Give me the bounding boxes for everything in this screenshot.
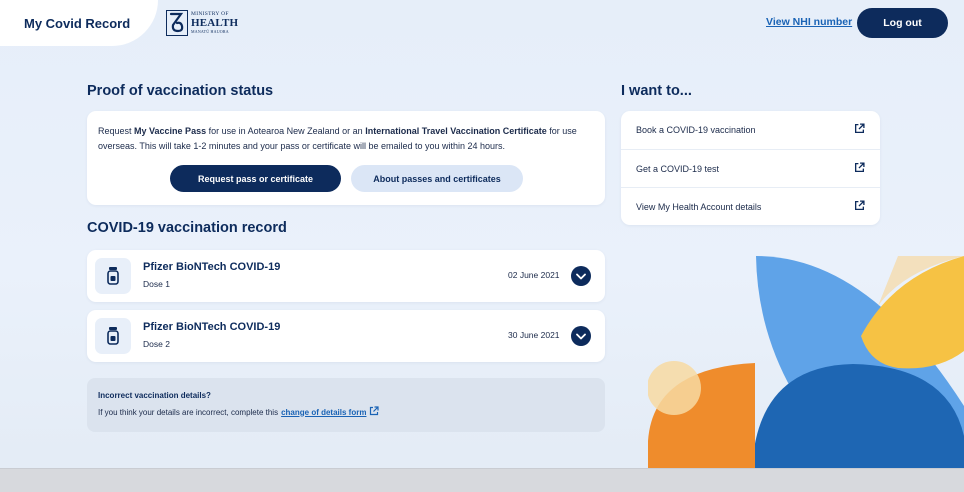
app-brand-tab[interactable]: My Covid Record	[0, 0, 158, 46]
get-test-link[interactable]: Get a COVID-19 test	[621, 149, 880, 187]
bottom-bar	[0, 468, 964, 492]
dose-date: 02 June 2021	[508, 270, 560, 280]
incorrect-details-notice: Incorrect vaccination details? If you th…	[87, 378, 605, 432]
vial-icon	[95, 318, 131, 354]
incorrect-details-title: Incorrect vaccination details?	[98, 391, 211, 400]
app-title: My Covid Record	[24, 15, 131, 31]
view-nhi-number-link[interactable]: View NHI number	[766, 16, 852, 28]
i-want-to-card: Book a COVID-19 vaccination Get a COVID-…	[621, 111, 880, 225]
dose-number: Dose 2	[143, 339, 170, 349]
external-link-icon	[854, 123, 865, 136]
proof-description: Request My Vaccine Pass for use in Aotea…	[98, 126, 577, 151]
dose-date: 30 June 2021	[508, 330, 560, 340]
vaccine-name: Pfizer BioNTech COVID-19	[143, 261, 281, 273]
change-of-details-link[interactable]: change of details form	[281, 408, 366, 417]
my-vaccine-pass-term: My Vaccine Pass	[134, 126, 207, 136]
logo-line-health: HEALTH	[191, 16, 239, 29]
vaccination-row[interactable]: Pfizer BioNTech COVID-19 Dose 2 30 June …	[87, 310, 605, 362]
decorative-shapes	[648, 256, 964, 468]
vaccine-name: Pfizer BioNTech COVID-19	[143, 321, 281, 333]
i-want-to-heading: I want to...	[621, 83, 692, 99]
logo-line-maori: MANATŪ HAUORA	[191, 28, 229, 34]
health-account-link[interactable]: View My Health Account details	[621, 187, 880, 225]
external-link-icon	[854, 200, 865, 213]
dose-number: Dose 1	[143, 279, 170, 289]
ministry-of-health-logo: MINISTRY OF HEALTH MANATŪ HAUORA	[166, 7, 240, 39]
vial-icon	[95, 258, 131, 294]
koru-logo-icon	[166, 10, 188, 36]
log-out-button[interactable]: Log out	[857, 8, 948, 38]
vaccination-row[interactable]: Pfizer BioNTech COVID-19 Dose 1 02 June …	[87, 250, 605, 302]
chevron-down-icon[interactable]	[571, 266, 591, 286]
record-heading: COVID-19 vaccination record	[87, 220, 287, 236]
about-passes-button[interactable]: About passes and certificates	[351, 165, 523, 192]
external-link-icon	[854, 162, 865, 175]
proof-heading: Proof of vaccination status	[87, 83, 274, 99]
chevron-down-icon[interactable]	[571, 326, 591, 346]
incorrect-details-text: If you think your details are incorrect,…	[98, 406, 380, 418]
travel-certificate-term: International Travel Vaccination Certifi…	[365, 126, 547, 136]
request-pass-button[interactable]: Request pass or certificate	[170, 165, 341, 192]
book-vaccination-link[interactable]: Book a COVID-19 vaccination	[621, 111, 880, 149]
proof-card: Request My Vaccine Pass for use in Aotea…	[87, 111, 605, 205]
external-link-icon[interactable]	[369, 406, 380, 418]
